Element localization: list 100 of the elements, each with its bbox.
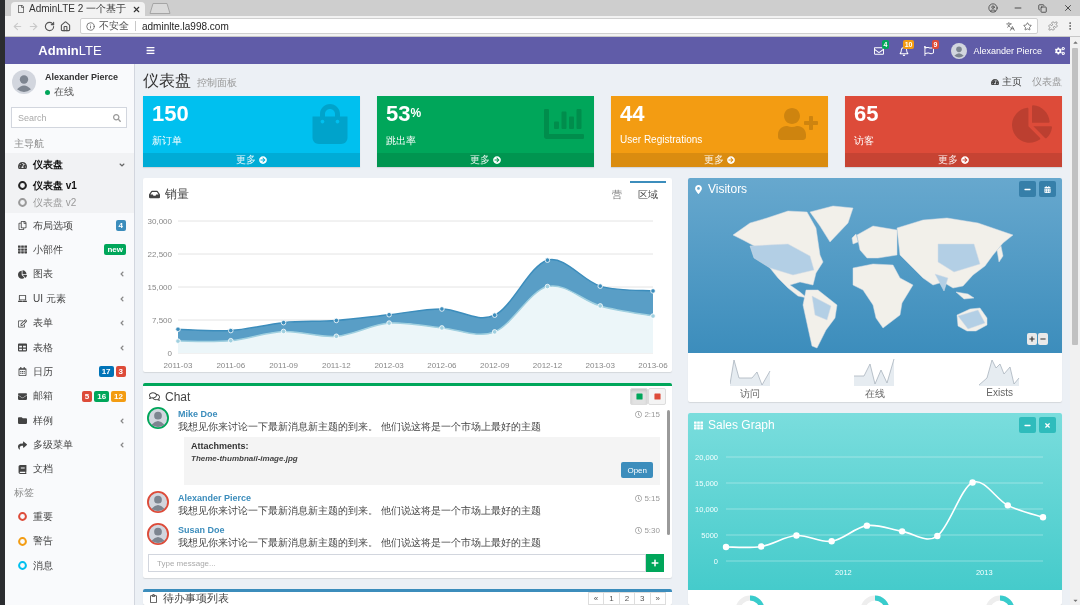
sparkline xyxy=(979,358,1021,386)
star-icon[interactable] xyxy=(1023,21,1032,31)
status-toggle-button[interactable] xyxy=(630,388,648,405)
sidebar-menu-item[interactable]: 仪表盘 xyxy=(5,153,134,178)
sidebar-menu-item[interactable]: 样例 xyxy=(5,408,134,433)
zoom-out-button[interactable] xyxy=(1038,333,1048,345)
caret-up-icon[interactable] xyxy=(1071,39,1079,46)
pagination-link[interactable]: 1 xyxy=(603,592,620,605)
message-input[interactable]: Type message... xyxy=(148,554,646,572)
scrollbar-thumb[interactable] xyxy=(667,410,670,535)
translate-icon[interactable] xyxy=(1006,21,1015,31)
axis-label: 30,000 xyxy=(147,217,172,226)
collapse-button[interactable] xyxy=(1019,181,1036,197)
breadcrumb-item[interactable]: 主页 xyxy=(991,75,1022,89)
sender-name[interactable]: Mike Doe xyxy=(178,409,218,419)
sidebar-menu-item[interactable]: 表格 xyxy=(5,335,134,360)
grid-icon xyxy=(17,245,27,255)
sender-name[interactable]: Alexander Pierce xyxy=(178,493,252,503)
card-title: Visitors xyxy=(708,182,748,196)
user-menu[interactable]: Alexander Pierce xyxy=(941,37,1050,64)
caret-down-icon[interactable] xyxy=(1071,597,1079,604)
new-tab-button[interactable] xyxy=(149,3,171,14)
more-info-link[interactable]: 更多 xyxy=(845,153,1062,167)
restore-icon xyxy=(1038,3,1047,13)
axis-label: 2013-03 xyxy=(585,361,615,370)
sidebar-menu-item[interactable]: 多级菜单 xyxy=(5,432,134,458)
laptop-icon xyxy=(17,294,27,304)
address-bar[interactable]: 不安全 adminlte.la998.com xyxy=(80,18,1038,34)
data-point xyxy=(491,312,498,318)
flag-icon xyxy=(923,45,934,56)
scrollbar-thumb[interactable] xyxy=(1072,48,1078,345)
zoom-in-button[interactable] xyxy=(1027,333,1037,345)
arrow-circle-right-icon xyxy=(961,156,969,164)
sidebar-menu-item[interactable]: 图表 xyxy=(5,262,134,287)
chart-tab[interactable]: 营 xyxy=(604,181,630,207)
knob-ring xyxy=(860,595,890,605)
sidebar-submenu-item[interactable]: 仪表盘 v1 xyxy=(5,177,134,195)
sidebar-menu-item[interactable]: 文档 xyxy=(5,457,134,482)
data-point xyxy=(280,319,287,326)
sparkline-label: 访问 xyxy=(740,387,761,401)
collapse-button[interactable] xyxy=(1019,417,1036,433)
message-time: 2:15 xyxy=(644,409,660,419)
count-badge: 16 xyxy=(94,390,110,402)
app-logo[interactable]: AdminLTE xyxy=(5,43,135,58)
data-point xyxy=(280,328,287,335)
axis-label: 22,500 xyxy=(147,250,172,259)
url-text: adminlte.la998.com xyxy=(142,20,229,32)
inbox-icon xyxy=(149,188,160,200)
stat-value: 65 xyxy=(854,101,879,127)
close-icon xyxy=(132,4,141,14)
count-badge: new xyxy=(104,244,126,256)
open-button[interactable]: Open xyxy=(621,462,653,478)
envelope-icon xyxy=(17,391,27,401)
data-point xyxy=(333,317,340,324)
data-point xyxy=(597,283,603,289)
sidebar-menu-item[interactable]: 邮箱 5 16 12 xyxy=(5,384,134,409)
sidebar-menu-item[interactable]: 布局选项 4 xyxy=(5,213,134,238)
sidebar-menu-item[interactable]: 重要 xyxy=(5,504,134,530)
data-point xyxy=(1004,502,1011,509)
section-header: 主导航 xyxy=(14,137,44,151)
axis-label: 0 xyxy=(167,349,172,358)
clipboard-icon xyxy=(149,594,158,603)
close-tab-button[interactable] xyxy=(132,4,141,14)
sidebar-menu-item[interactable]: UI 元素 xyxy=(5,286,134,311)
account-icon xyxy=(987,3,998,13)
page-scrollbar[interactable] xyxy=(1070,37,1080,605)
sidebar-menu-item[interactable]: 警告 xyxy=(5,529,134,554)
sidebar-menu-item[interactable]: 日历 17 3 xyxy=(5,359,134,385)
sparkline xyxy=(729,358,771,386)
section-header: 标签 xyxy=(14,486,34,501)
folder-icon xyxy=(17,416,27,426)
pie-chart-icon xyxy=(17,269,27,279)
reload-icon xyxy=(43,20,55,32)
sidebar-menu-item[interactable]: 表单 xyxy=(5,310,134,336)
puzzle-icon xyxy=(1047,21,1058,31)
card-title: Chat xyxy=(165,389,191,404)
more-info-link[interactable]: 更多 xyxy=(377,153,594,167)
arrow-circle-right-icon xyxy=(493,156,501,164)
status-toggle-button[interactable] xyxy=(648,388,666,405)
calendar-button[interactable] xyxy=(1039,181,1056,197)
sparkline-label: Exists xyxy=(986,387,1013,398)
sidebar-menu-item[interactable]: 消息 xyxy=(5,553,134,578)
data-point xyxy=(758,543,765,550)
browser-tab[interactable]: AdminLTE 2 一个基于 xyxy=(11,2,145,16)
message-text: 我想见你来讨论一下最新消息新主题的到来。 他们说这将是一个市场上最好的主题 xyxy=(178,420,542,433)
send-button[interactable] xyxy=(646,554,664,572)
data-point xyxy=(898,528,906,535)
sidebar-menu-item[interactable]: 小部件 new xyxy=(5,237,134,263)
close-button[interactable] xyxy=(1039,417,1056,433)
sender-name[interactable]: Susan Doe xyxy=(178,525,225,535)
menu-icon xyxy=(145,46,155,55)
book-icon xyxy=(17,465,27,474)
pie-chart-icon xyxy=(1012,104,1052,144)
home-icon xyxy=(59,20,71,32)
data-point xyxy=(650,288,656,294)
axis-label: 2011-03 xyxy=(163,361,193,370)
pagination-link[interactable]: 3 xyxy=(634,592,651,605)
data-point xyxy=(228,338,234,344)
data-point xyxy=(333,333,340,339)
stat-label: User Registrations xyxy=(620,134,703,145)
